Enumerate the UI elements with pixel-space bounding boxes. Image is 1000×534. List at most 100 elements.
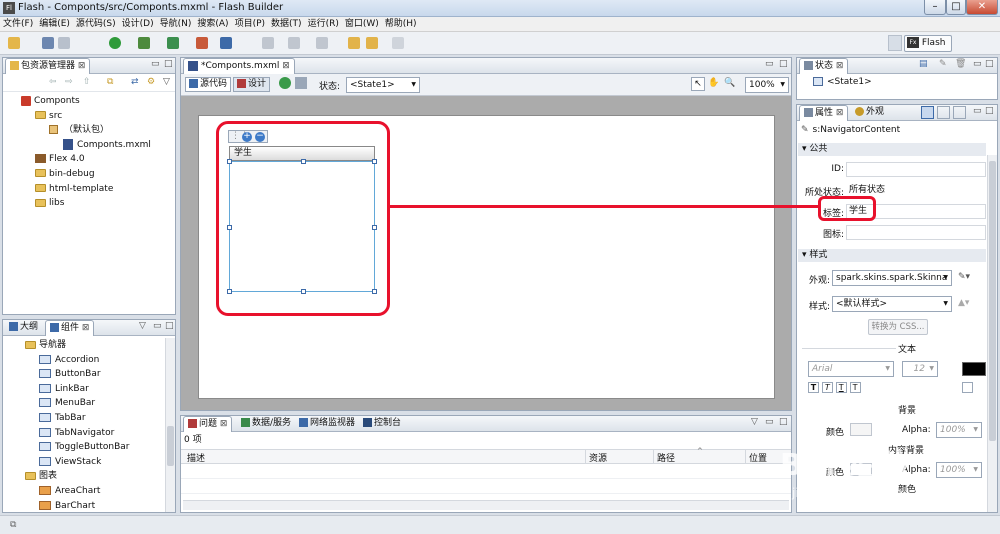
profile-icon[interactable]	[167, 37, 179, 49]
tree-item-flex-sdk[interactable]: Flex 4.0	[3, 152, 175, 167]
underline-icon[interactable]: T	[835, 382, 847, 393]
perspective-flash-button[interactable]: Fx Flash	[904, 35, 952, 52]
close-button[interactable]: ✕	[966, 0, 998, 15]
tree-item-libs[interactable]: libs	[3, 196, 175, 211]
menu-run[interactable]: 运行(R)	[305, 17, 342, 32]
minimize-view-icon[interactable]: ▭	[973, 106, 982, 116]
alphabetical-view-icon[interactable]	[953, 106, 966, 119]
tree-item-bin-debug[interactable]: bin-debug	[3, 167, 175, 182]
show-surrounding-icon[interactable]	[295, 77, 307, 89]
save-icon[interactable]	[42, 37, 54, 49]
content-alpha-select[interactable]: 100%	[936, 462, 982, 478]
search-icon[interactable]	[220, 37, 232, 49]
design-mode-button[interactable]: 设计	[233, 77, 271, 92]
menu-design[interactable]: 设计(D)	[119, 17, 157, 32]
menu-file[interactable]: 文件(F)	[0, 17, 36, 32]
minimize-view-icon[interactable]: ▭	[151, 59, 160, 69]
style-select[interactable]: <默认样式>	[832, 296, 952, 312]
annotation-icon[interactable]	[288, 37, 300, 49]
column-resource[interactable]: 资源	[589, 451, 607, 464]
last-edit-icon[interactable]	[348, 37, 360, 49]
component-item[interactable]: TabBar	[3, 411, 175, 426]
tab-componts-mxml[interactable]: *Componts.mxml ⊠	[183, 58, 295, 74]
maximize-button[interactable]: □	[946, 0, 966, 15]
group-navigators[interactable]: 导航器	[3, 338, 175, 353]
pen-icon[interactable]	[262, 37, 274, 49]
scrollbar-thumb[interactable]	[989, 161, 996, 441]
text-color-swatch[interactable]	[962, 362, 986, 376]
menu-search[interactable]: 搜索(A)	[194, 17, 231, 32]
skin-select[interactable]: spark.skins.spark.Skinna	[832, 270, 952, 286]
component-item[interactable]: LinkBar	[3, 382, 175, 397]
column-description[interactable]: 描述	[187, 451, 205, 464]
maximize-view-icon[interactable]: □	[985, 59, 994, 69]
category-view-icon[interactable]	[937, 106, 950, 119]
forward-nav-icon[interactable]: ⇨	[65, 77, 73, 87]
skin-edit-icon[interactable]: ✎▾	[958, 272, 970, 282]
minimize-editor-icon[interactable]: ▭	[765, 59, 774, 69]
column-location[interactable]: 位置	[749, 451, 767, 464]
print-icon[interactable]	[58, 37, 70, 49]
close-tab-icon[interactable]: ⊠	[78, 61, 86, 71]
menu-edit[interactable]: 编辑(E)	[36, 17, 73, 32]
minimize-view-icon[interactable]: ▭	[765, 417, 774, 427]
align-icon[interactable]	[962, 382, 973, 393]
convert-css-button[interactable]: 转换为 CSS...	[868, 319, 928, 335]
font-select[interactable]: Arial	[808, 361, 894, 377]
delete-state-icon[interactable]: 🗑	[955, 59, 966, 69]
standard-view-icon[interactable]	[921, 106, 934, 119]
italic-icon[interactable]: T	[821, 382, 833, 393]
bg-color-swatch[interactable]	[850, 423, 872, 436]
tree-item-mxml-file[interactable]: Componts.mxml	[3, 138, 175, 153]
select-mode-icon[interactable]: ↖	[691, 77, 705, 91]
tab-network-monitor[interactable]: 网络监视器	[295, 416, 359, 432]
menu-help[interactable]: 帮助(H)	[382, 17, 420, 32]
menu-window[interactable]: 窗口(W)	[342, 17, 382, 32]
export-icon[interactable]	[196, 37, 208, 49]
maximize-view-icon[interactable]: □	[165, 321, 174, 331]
component-item[interactable]: TabNavigator	[3, 426, 175, 441]
menu-data[interactable]: 数据(T)	[268, 17, 305, 32]
debug-icon[interactable]	[138, 37, 150, 49]
close-tab-icon[interactable]: ⊠	[282, 61, 290, 71]
fast-view-icon[interactable]: ⧉	[10, 520, 16, 530]
maximize-editor-icon[interactable]: □	[779, 59, 788, 69]
state-select[interactable]: <State1>	[346, 77, 420, 93]
icon-field[interactable]	[846, 225, 986, 240]
tab-appearance[interactable]: 外观	[851, 105, 888, 121]
style-edit-icon[interactable]: ▲▾	[958, 298, 969, 308]
tab-console[interactable]: 控制台	[359, 416, 405, 432]
bg-alpha-select[interactable]: 100%	[936, 422, 982, 438]
properties-scrollbar[interactable]	[987, 155, 997, 512]
minimize-view-icon[interactable]: ▭	[973, 59, 982, 69]
tab-components[interactable]: 组件 ⊠	[45, 320, 95, 336]
pan-mode-icon[interactable]: ✋	[707, 77, 721, 91]
tab-properties[interactable]: 属性 ⊠	[799, 105, 849, 121]
state-list-item[interactable]: <State1>	[797, 74, 997, 87]
tree-item-html-template[interactable]: html-template	[3, 182, 175, 197]
prev-annotation-icon[interactable]	[316, 37, 328, 49]
component-item[interactable]: Accordion	[3, 353, 175, 368]
section-common[interactable]: ▾ 公共	[798, 143, 986, 156]
open-perspective-icon[interactable]	[888, 35, 902, 51]
component-item[interactable]: BarChart	[3, 499, 175, 512]
view-menu-icon[interactable]: ▽	[751, 417, 758, 427]
source-mode-button[interactable]: 源代码	[185, 77, 232, 92]
new-state-icon[interactable]: ▤	[919, 59, 928, 69]
zoom-select[interactable]: 100%	[745, 77, 789, 93]
zoom-mode-icon[interactable]: 🔍	[723, 77, 737, 91]
back-nav-icon[interactable]: ⇦	[49, 77, 57, 87]
tree-item-default-package[interactable]: （默认包）	[3, 123, 175, 138]
close-tab-icon[interactable]: ⊠	[836, 61, 844, 71]
section-style[interactable]: ▾ 样式	[798, 249, 986, 262]
menu-source[interactable]: 源代码(S)	[73, 17, 119, 32]
font-size-select[interactable]: 12	[902, 361, 938, 377]
link-editor-icon[interactable]: ⇄	[131, 77, 139, 87]
group-charts[interactable]: 图表	[3, 469, 175, 484]
minimize-view-icon[interactable]: ▭	[153, 321, 162, 331]
maximize-view-icon[interactable]: □	[164, 59, 173, 69]
new-icon[interactable]	[8, 37, 20, 49]
tab-outline[interactable]: 大纲	[5, 320, 42, 336]
close-tab-icon[interactable]: ⊠	[220, 419, 228, 429]
horizontal-scrollbar[interactable]	[183, 500, 789, 510]
